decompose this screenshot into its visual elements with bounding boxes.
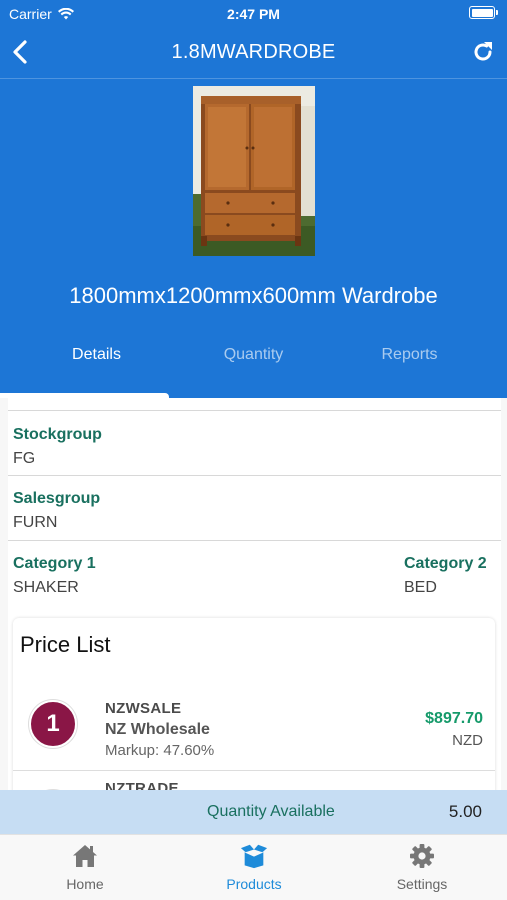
- stockgroup-label: Stockgroup: [13, 426, 102, 443]
- category1-value: SHAKER: [13, 579, 79, 596]
- box-icon: [240, 844, 268, 869]
- category2-value: BED: [404, 579, 437, 596]
- quantity-available-bar: Quantity Available 5.00: [0, 790, 507, 834]
- salesgroup-value: FURN: [13, 514, 58, 531]
- category2-label: Category 2: [404, 555, 487, 572]
- tabbar-home-label: Home: [66, 876, 104, 892]
- status-bar: Carrier 2:47 PM: [0, 0, 507, 28]
- tab-bar: Home Products Settings: [0, 834, 507, 900]
- price-name: NZ Wholesale: [105, 721, 210, 738]
- price-markup: Markup: 47.60%: [105, 742, 215, 759]
- tab-quantity[interactable]: Quantity: [169, 346, 338, 364]
- clock: 2:47 PM: [227, 6, 280, 22]
- price-currency: NZD: [452, 732, 483, 749]
- tabbar-settings[interactable]: Settings: [362, 843, 482, 892]
- header-panel: Carrier 2:47 PM 1.8MWARDROBE 1800mmx1200…: [0, 0, 507, 398]
- home-icon: [73, 845, 97, 867]
- gear-icon: [410, 844, 434, 868]
- divider: [13, 770, 495, 771]
- tab-details[interactable]: Details: [12, 346, 181, 364]
- detail-tabs: Details Quantity Reports: [0, 330, 507, 398]
- product-image: [193, 86, 315, 256]
- nav-divider: [0, 78, 507, 79]
- price-code: NZWSALE: [105, 700, 182, 717]
- page-title: 1.8MWARDROBE: [171, 41, 336, 63]
- wardrobe-image: [193, 86, 315, 256]
- details-panel: Stockgroup FG Salesgroup FURN Category 1…: [8, 398, 501, 790]
- price-level-badge: 1: [29, 700, 77, 748]
- tabbar-products[interactable]: Products: [194, 843, 314, 892]
- category1-label: Category 1: [13, 555, 96, 572]
- battery-icon: [469, 6, 498, 19]
- tabbar-settings-label: Settings: [396, 876, 448, 892]
- details-content[interactable]: Stockgroup FG Salesgroup FURN Category 1…: [0, 398, 507, 790]
- price-amount: $897.70: [425, 710, 483, 727]
- divider: [8, 540, 501, 541]
- navigation-bar: 1.8MWARDROBE: [0, 28, 507, 78]
- price-list-item[interactable]: NZTRADE: [13, 772, 495, 790]
- price-list-item[interactable]: 1 NZWSALE NZ Wholesale Markup: 47.60% $8…: [13, 682, 495, 772]
- divider: [8, 475, 501, 476]
- tabbar-home[interactable]: Home: [25, 843, 145, 892]
- price-code: NZTRADE: [105, 780, 179, 790]
- quantity-available-value: 5.00: [448, 802, 482, 821]
- tab-reports[interactable]: Reports: [325, 346, 494, 364]
- quantity-available-label: Quantity Available: [207, 803, 335, 820]
- product-name: 1800mmx1200mmx600mm Wardrobe: [69, 283, 438, 308]
- tabbar-products-label: Products: [226, 876, 282, 892]
- stockgroup-value: FG: [13, 450, 36, 467]
- price-list-title: Price List: [20, 632, 111, 657]
- refresh-button[interactable]: [471, 40, 495, 64]
- divider: [8, 410, 501, 411]
- price-list-card: Price List 1 NZWSALE NZ Wholesale Markup…: [13, 618, 495, 790]
- salesgroup-label: Salesgroup: [13, 490, 101, 507]
